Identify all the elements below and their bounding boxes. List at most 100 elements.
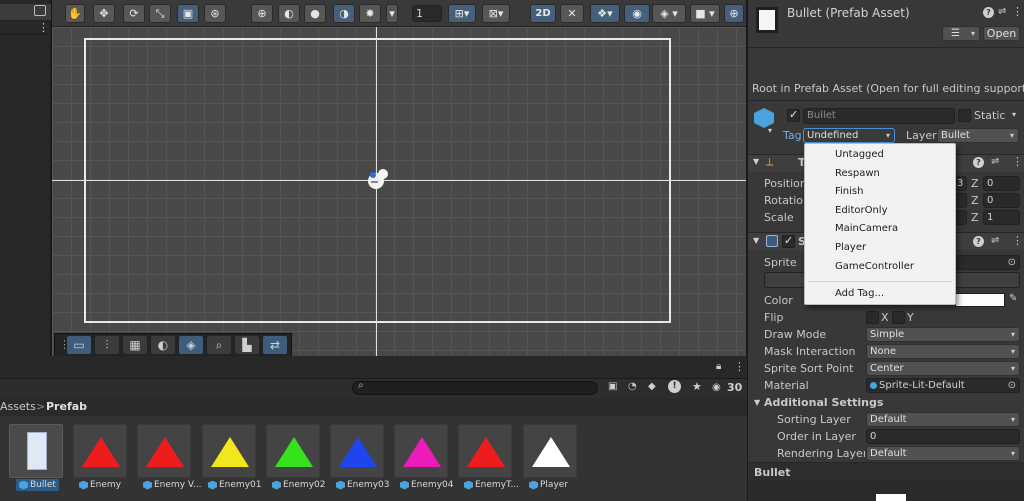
menu-item-untagged[interactable]: Untagged bbox=[835, 149, 884, 160]
order-in-layer-field[interactable]: 0 bbox=[866, 429, 1020, 444]
menu-item-finish[interactable]: Finish bbox=[835, 186, 863, 197]
hand-tool-icon[interactable]: ✋ bbox=[65, 4, 85, 23]
list-select-dropdown[interactable]: ☰ ▾ bbox=[942, 26, 980, 41]
rotate-tool-icon[interactable]: ⟳ bbox=[123, 4, 145, 23]
grid-select-icon[interactable]: ▦ bbox=[123, 336, 147, 354]
additional-settings-label[interactable]: Additional Settings bbox=[764, 396, 883, 409]
active-checkbox[interactable] bbox=[787, 108, 800, 122]
move-tool-icon[interactable]: ✥ bbox=[93, 4, 115, 23]
rect-tool-icon[interactable]: ▣ bbox=[177, 4, 199, 23]
rotation-y-field[interactable] bbox=[955, 193, 967, 208]
additional-chevron-icon[interactable]: ▼ bbox=[754, 398, 760, 407]
sprite-renderer-enabled-checkbox[interactable] bbox=[782, 234, 795, 248]
menu-item-gamecontroller[interactable]: GameController bbox=[835, 261, 914, 272]
scale-z-field[interactable]: 1 bbox=[983, 210, 1020, 225]
info-icon[interactable]: ! bbox=[668, 380, 681, 393]
asset-label[interactable]: Enemy V... bbox=[143, 479, 201, 491]
orientation-icon[interactable]: ◈ bbox=[179, 336, 203, 354]
asset-tile[interactable] bbox=[523, 424, 577, 478]
asset-label[interactable]: Enemy bbox=[79, 479, 121, 491]
shaded-sphere-icon[interactable]: ● bbox=[304, 4, 326, 23]
align-icon[interactable]: ⫶ bbox=[95, 336, 119, 354]
rotation-z-field[interactable]: 0 bbox=[983, 193, 1020, 208]
transform-help-icon[interactable]: ? bbox=[973, 157, 984, 168]
asset-label[interactable]: Enemy01 bbox=[208, 479, 261, 491]
material-picker-icon[interactable]: ⊙ bbox=[1008, 379, 1016, 392]
asset-store-icon[interactable]: ▣ bbox=[608, 381, 617, 392]
lock-prefab-icon[interactable] bbox=[34, 5, 46, 16]
breadcrumb-assets[interactable]: Assets bbox=[0, 400, 36, 413]
sorting-layer-dropdown[interactable]: Default ▾ bbox=[866, 412, 1020, 427]
favorite-star-icon[interactable]: ★ bbox=[692, 380, 702, 393]
sprite-menu-icon[interactable]: ⋮ bbox=[1012, 234, 1023, 247]
sprite-field[interactable]: ⊙ bbox=[955, 255, 1020, 270]
audio-fx-icon[interactable]: ❖▾ bbox=[590, 4, 620, 23]
sprite-help-icon[interactable]: ? bbox=[973, 236, 984, 247]
tag-dropdown[interactable]: Undefined ▾ bbox=[803, 128, 895, 143]
camera-preview-icon[interactable]: ▙ bbox=[235, 336, 259, 354]
asset-label[interactable]: Player bbox=[529, 479, 568, 491]
rect-select-icon[interactable]: ▭ bbox=[67, 336, 91, 354]
transform-menu-icon[interactable]: ⋮ bbox=[1012, 155, 1023, 168]
project-search-input[interactable]: ⌕ bbox=[352, 380, 598, 395]
static-checkbox[interactable] bbox=[958, 109, 971, 122]
transform-tool-icon[interactable]: ⊛ bbox=[204, 4, 226, 23]
menu-item-add-tag[interactable]: Add Tag... bbox=[835, 288, 884, 299]
asset-tile[interactable] bbox=[73, 424, 127, 478]
material-field[interactable]: Sprite-Lit-Default ⊙ bbox=[866, 378, 1020, 393]
draw-mode-dropdown[interactable]: Simple ▾ bbox=[866, 327, 1020, 342]
shuffle-icon[interactable]: ⇄ bbox=[263, 336, 287, 354]
scene-visibility-icon[interactable]: ◉ bbox=[624, 4, 650, 23]
menu-item-editoronly[interactable]: EditorOnly bbox=[835, 205, 888, 216]
filter-type-icon[interactable]: ◔ bbox=[628, 381, 637, 392]
bullet-gizmo-icon[interactable] bbox=[366, 168, 390, 190]
camera-icon[interactable]: ■ ▾ bbox=[690, 4, 720, 23]
asset-tile[interactable] bbox=[137, 424, 191, 478]
lighting-toggle-icon[interactable]: ✕ bbox=[560, 4, 584, 23]
search-icon[interactable]: ⌕ bbox=[207, 336, 231, 354]
sprite-preset-icon[interactable]: ⇌ bbox=[991, 235, 999, 246]
2d-toggle-button[interactable]: 2D bbox=[530, 4, 556, 23]
rendering-layer-dropdown[interactable]: Default ▾ bbox=[866, 446, 1020, 461]
menu-item-maincamera[interactable]: MainCamera bbox=[835, 223, 898, 234]
asset-tile[interactable] bbox=[458, 424, 512, 478]
mask-interaction-dropdown[interactable]: None ▾ bbox=[866, 344, 1020, 359]
chevron-down-icon[interactable]: ▾ bbox=[386, 4, 398, 23]
open-prefab-button[interactable]: Open bbox=[983, 26, 1020, 41]
asset-label[interactable]: Enemy04 bbox=[400, 479, 453, 491]
menu-item-player[interactable]: Player bbox=[835, 242, 866, 253]
label-icon[interactable]: ◆ bbox=[648, 381, 656, 392]
preset-icon[interactable]: ⇌ bbox=[998, 6, 1006, 17]
asset-label[interactable]: Bullet bbox=[16, 479, 59, 491]
transform-preset-icon[interactable]: ⇌ bbox=[991, 156, 999, 167]
grid-step-field[interactable]: 1 bbox=[412, 5, 442, 22]
collapse-chevron-icon[interactable]: ▼ bbox=[753, 236, 759, 245]
static-chevron-down-icon[interactable]: ▾ bbox=[1012, 110, 1016, 119]
icon-chevron-down-icon[interactable]: ▾ bbox=[768, 126, 772, 135]
asset-label[interactable]: EnemyT... bbox=[464, 479, 519, 491]
hierarchy-menu-icon[interactable]: ⋮ bbox=[38, 21, 49, 34]
global-icon[interactable]: ◐ bbox=[278, 4, 300, 23]
asset-label[interactable]: Enemy02 bbox=[272, 479, 325, 491]
bug-icon[interactable]: ✸ bbox=[359, 4, 381, 23]
scale-y-field[interactable] bbox=[955, 210, 967, 225]
breadcrumb-prefab[interactable]: Prefab bbox=[46, 400, 87, 413]
inspector-menu-icon[interactable]: ⋮ bbox=[1012, 5, 1023, 18]
help-icon[interactable]: ? bbox=[983, 7, 994, 18]
layers-icon[interactable]: ◈ ▾ bbox=[652, 4, 686, 23]
position-y-field[interactable]: 3 bbox=[955, 176, 967, 191]
asset-label[interactable]: Enemy03 bbox=[336, 479, 389, 491]
grid-snap-icon[interactable]: ⊞▾ bbox=[448, 4, 476, 23]
asset-tile[interactable] bbox=[330, 424, 384, 478]
snap-increment-icon[interactable]: ⊠▾ bbox=[482, 4, 510, 23]
sphere-icon[interactable]: ◐ bbox=[151, 336, 175, 354]
color-swatch[interactable] bbox=[955, 293, 1005, 307]
asset-tile[interactable] bbox=[9, 424, 63, 478]
asset-tile[interactable] bbox=[266, 424, 320, 478]
asset-tile[interactable] bbox=[202, 424, 256, 478]
pivot-icon[interactable]: ⊕ bbox=[251, 4, 273, 23]
object-name-field[interactable]: Bullet bbox=[803, 108, 955, 124]
lighting-icon[interactable]: ◑ bbox=[333, 4, 355, 23]
flip-y-checkbox[interactable] bbox=[892, 311, 905, 324]
eyedropper-icon[interactable]: ✎ bbox=[1009, 293, 1017, 304]
